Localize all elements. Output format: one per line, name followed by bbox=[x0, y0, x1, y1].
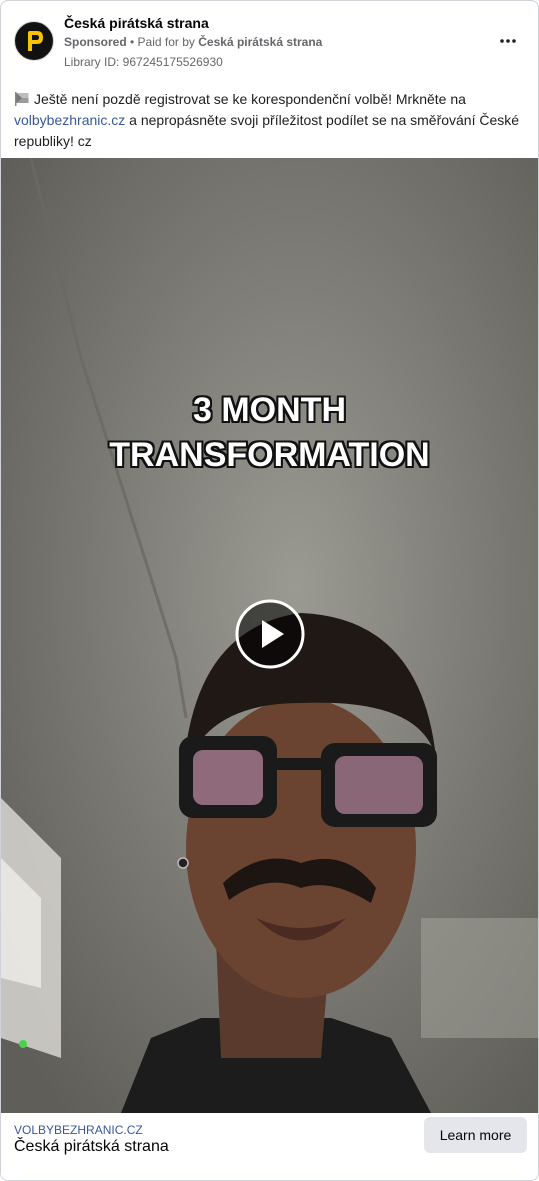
play-icon bbox=[235, 599, 305, 669]
paid-for-by[interactable]: Česká pirátská strana bbox=[198, 35, 322, 49]
paid-for-prefix: • Paid for by bbox=[130, 35, 195, 49]
post-header: Česká pirátská strana Sponsored • Paid f… bbox=[1, 1, 538, 81]
play-button[interactable] bbox=[235, 599, 305, 669]
more-options-button[interactable] bbox=[496, 31, 520, 51]
pirate-party-logo-icon bbox=[16, 23, 52, 59]
ad-card: Česká pirátská strana Sponsored • Paid f… bbox=[0, 0, 539, 1181]
page-avatar[interactable] bbox=[14, 21, 54, 61]
link-footer[interactable]: VOLBYBEZHRANIC.CZ Česká pirátská strana … bbox=[1, 1113, 538, 1180]
czech-flag-icon bbox=[15, 92, 29, 106]
library-id: Library ID: 967245175526930 bbox=[64, 55, 223, 69]
overlay-text-line2: TRANSFORMATION bbox=[109, 436, 430, 474]
video-media[interactable]: 3 MONTH TRANSFORMATION bbox=[1, 158, 538, 1113]
post-body: Ještě není pozdě registrovat se ke kores… bbox=[14, 89, 526, 152]
body-link[interactable]: volbybezhranic.cz bbox=[14, 112, 125, 128]
page-name[interactable]: Česká pirátská strana bbox=[64, 15, 209, 31]
learn-more-button[interactable]: Learn more bbox=[424, 1117, 527, 1153]
sponsored-label: Sponsored bbox=[64, 35, 127, 49]
sponsored-line: Sponsored • Paid for by Česká pirátská s… bbox=[64, 35, 322, 49]
body-text-part1: Ještě není pozdě registrovat se ke kores… bbox=[34, 91, 466, 107]
footer-title[interactable]: Česká pirátská strana bbox=[14, 1138, 169, 1156]
footer-url[interactable]: VOLBYBEZHRANIC.CZ bbox=[14, 1123, 143, 1137]
overlay-text-line1: 3 MONTH bbox=[193, 391, 346, 429]
more-horizontal-icon bbox=[500, 39, 516, 43]
